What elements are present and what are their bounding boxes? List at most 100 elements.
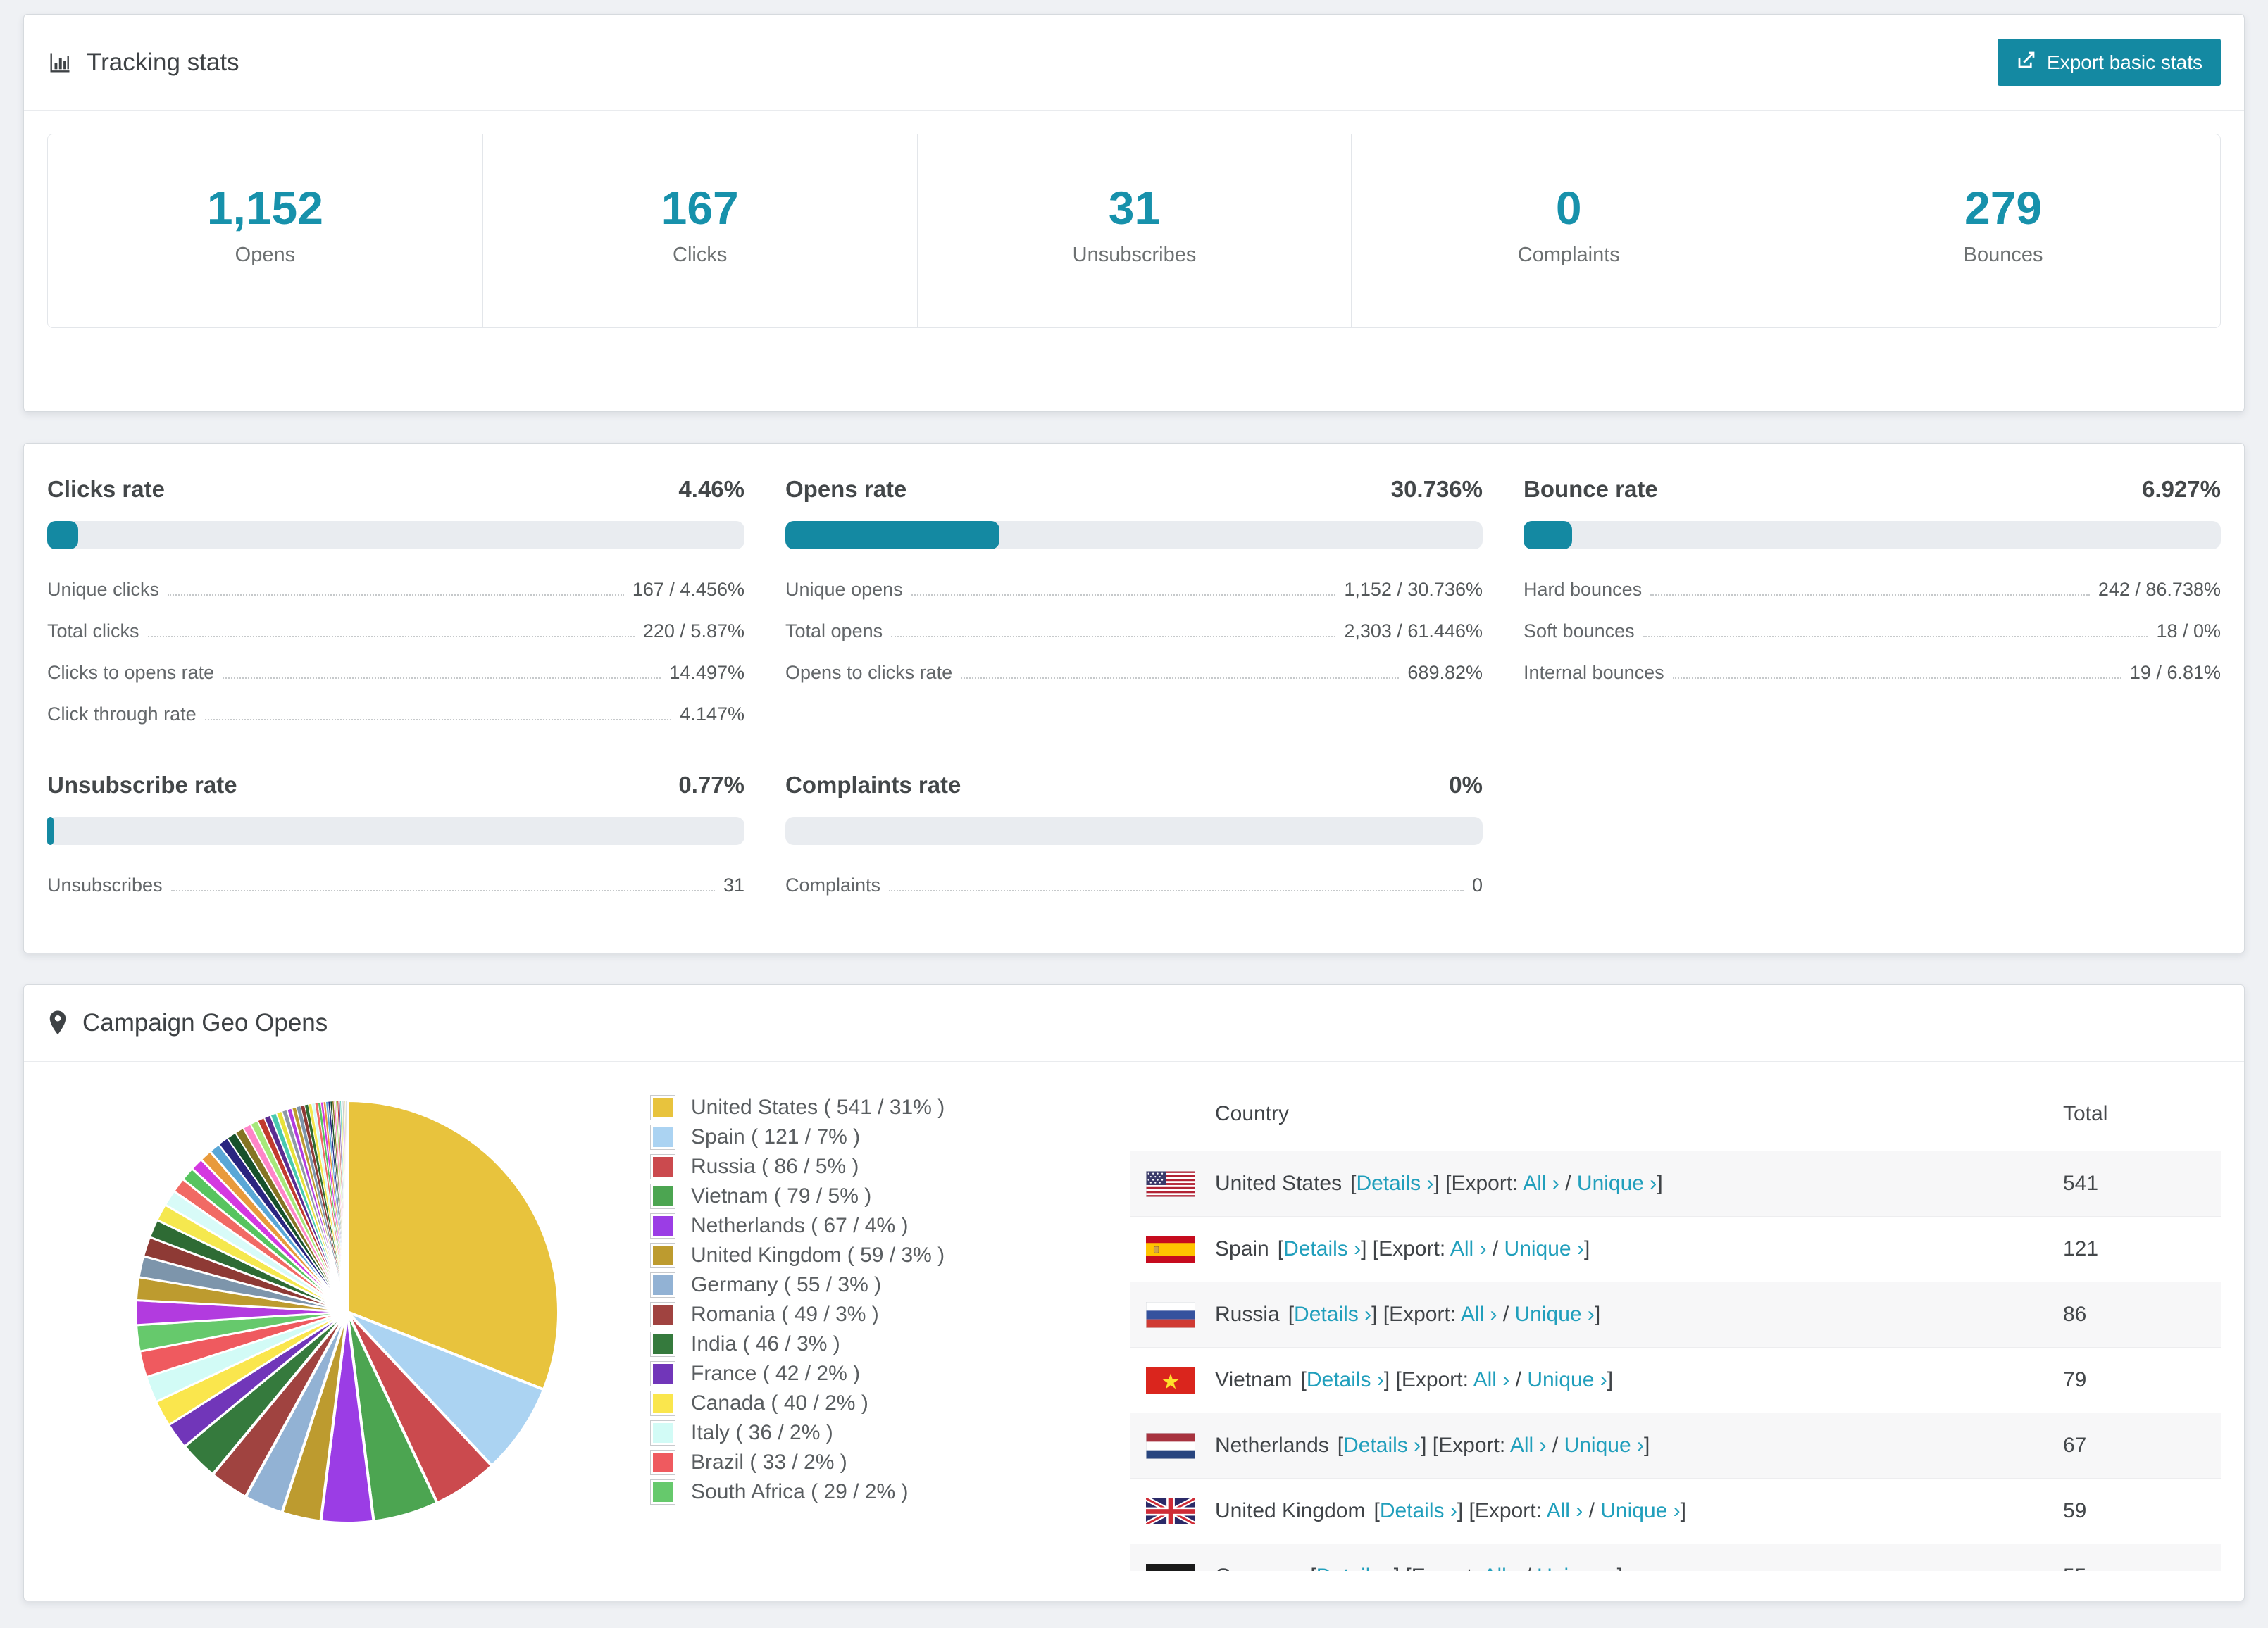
leader-dots <box>147 636 635 638</box>
export-unique-link[interactable]: Unique › <box>1577 1172 1657 1195</box>
legend-label: Spain ( 121 / 7% ) <box>691 1125 861 1149</box>
export-all-link[interactable]: All › <box>1450 1237 1487 1260</box>
rate-detail-row: Total opens 2,303 / 61.446% <box>785 620 1483 642</box>
country-cell: Netherlands [Details ›] [Export: All › / … <box>1130 1432 2063 1459</box>
country-cell: Russia [Details ›] [Export: All › / Uniqu… <box>1130 1301 2063 1328</box>
rate-detail-label: Complaints <box>785 875 881 896</box>
legend-item[interactable]: Brazil ( 33 / 2% ) <box>650 1448 1030 1477</box>
legend-color-chip <box>650 1154 675 1180</box>
export-unique-link[interactable]: Unique › <box>1537 1565 1616 1571</box>
legend-color-chip <box>650 1391 675 1417</box>
country-details-link[interactable]: Details › <box>1307 1368 1384 1391</box>
rate-progress-bar <box>1524 521 2221 550</box>
unsubscribes-label: Unsubscribes <box>1072 244 1197 267</box>
legend-color-chip <box>650 1213 675 1239</box>
export-button-label: Export basic stats <box>2047 51 2202 73</box>
stat-clicks: 167 Clicks <box>482 134 917 328</box>
summary-stats: 1,152 Opens 167 Clicks 31 Unsubscribes 0… <box>47 134 2221 329</box>
export-all-link[interactable]: All › <box>1483 1565 1519 1571</box>
export-unique-link[interactable]: Unique › <box>1515 1303 1595 1326</box>
rate-detail-row: Total clicks 220 / 5.87% <box>47 620 744 642</box>
leader-dots <box>889 890 1464 892</box>
rates-grid: Clicks rate 4.46% Unique clicks 167 / 4.456… <box>47 476 2221 896</box>
rate-detail-row: Complaints 0 <box>785 875 1483 896</box>
export-all-link[interactable]: All › <box>1461 1303 1497 1326</box>
legend-label: United Kingdom ( 59 / 3% ) <box>691 1244 945 1267</box>
rate-detail-value: 242 / 86.738% <box>2098 579 2221 601</box>
country-details-link[interactable]: Details › <box>1283 1237 1361 1260</box>
country-flag-icon <box>1146 1301 1195 1328</box>
geo-content: United States ( 541 / 31% ) Spain ( 121 /… <box>24 1062 2244 1572</box>
legend-item[interactable]: Spain ( 121 / 7% ) <box>650 1122 1030 1152</box>
country-flag-icon <box>1146 1170 1195 1197</box>
opens-count: 1,152 <box>206 182 323 234</box>
rate-detail-label: Unique opens <box>785 579 903 601</box>
page-title: Tracking stats <box>87 48 239 76</box>
rate-value: 0% <box>1449 772 1483 799</box>
bar-chart-icon <box>47 50 73 75</box>
export-all-link[interactable]: All › <box>1547 1499 1583 1522</box>
country-cell: Spain [Details ›] [Export: All › / Unique… <box>1130 1236 2063 1263</box>
country-column-header: Country <box>1215 1102 1290 1126</box>
export-unique-link[interactable]: Unique › <box>1504 1237 1584 1260</box>
rate-title: Unsubscribe rate <box>47 772 237 799</box>
rate-detail-row: Soft bounces 18 / 0% <box>1524 620 2221 642</box>
export-unique-link[interactable]: Unique › <box>1564 1434 1644 1457</box>
rate-detail-value: 19 / 6.81% <box>2129 662 2221 684</box>
rate-progress-fill <box>47 521 79 550</box>
rate-detail-row: Unsubscribes 31 <box>47 875 744 896</box>
legend-label: Italy ( 36 / 2% ) <box>691 1421 833 1445</box>
legend-item[interactable]: France ( 42 / 2% ) <box>650 1359 1030 1389</box>
legend-color-chip <box>650 1479 675 1505</box>
rate-detail-value: 167 / 4.456% <box>632 579 744 601</box>
legend-item[interactable]: United Kingdom ( 59 / 3% ) <box>650 1241 1030 1270</box>
rates-card: Clicks rate 4.46% Unique clicks 167 / 4.456… <box>23 443 2245 954</box>
country-details-link[interactable]: Details › <box>1356 1172 1433 1195</box>
total-cell: 79 <box>2063 1368 2087 1392</box>
legend-item[interactable]: Vietnam ( 79 / 5% ) <box>650 1182 1030 1211</box>
legend-item[interactable]: Italy ( 36 / 2% ) <box>650 1418 1030 1448</box>
legend-item[interactable]: India ( 46 / 3% ) <box>650 1329 1030 1359</box>
legend-color-chip <box>650 1125 675 1151</box>
export-all-link[interactable]: All › <box>1473 1368 1510 1391</box>
rate-title: Opens rate <box>785 476 907 503</box>
export-basic-stats-button[interactable]: Export basic stats <box>1998 39 2221 86</box>
legend-label: Germany ( 55 / 3% ) <box>691 1273 882 1297</box>
export-unique-link[interactable]: Unique › <box>1527 1368 1607 1391</box>
country-details-link[interactable]: Details › <box>1343 1434 1421 1457</box>
geo-table: Country Total United States [Details ›] [… <box>1130 1077 2221 1572</box>
legend-color-chip <box>650 1184 675 1210</box>
legend-item[interactable]: Netherlands ( 67 / 4% ) <box>650 1211 1030 1241</box>
country-details-link[interactable]: Details › <box>1316 1565 1394 1571</box>
stat-opens: 1,152 Opens <box>48 134 482 327</box>
rate-detail-label: Click through rate <box>47 703 197 725</box>
rate-value: 6.927% <box>2142 476 2221 503</box>
legend-item[interactable]: United States ( 541 / 31% ) <box>650 1093 1030 1122</box>
rate-detail-row: Unique clicks 167 / 4.456% <box>47 579 744 601</box>
leader-dots <box>1650 594 2090 596</box>
legend-item[interactable]: South Africa ( 29 / 2% ) <box>650 1477 1030 1507</box>
export-all-link[interactable]: All › <box>1510 1434 1547 1457</box>
map-pin-icon <box>47 1010 68 1037</box>
legend-item[interactable]: Germany ( 55 / 3% ) <box>650 1270 1030 1300</box>
legend-label: Russia ( 86 / 5% ) <box>691 1155 859 1179</box>
geo-table-row: Netherlands [Details ›] [Export: All › / … <box>1130 1413 2221 1479</box>
country-details-link[interactable]: Details › <box>1294 1303 1371 1326</box>
rate-section: Clicks rate 4.46% Unique clicks 167 / 4.456… <box>47 476 744 725</box>
rate-value: 30.736% <box>1390 476 1483 503</box>
leader-dots <box>1672 677 2121 680</box>
legend-label: Romania ( 49 / 3% ) <box>691 1303 879 1327</box>
country-cell: United Kingdom [Details ›] [Export: All ›… <box>1130 1498 2063 1524</box>
legend-label: Netherlands ( 67 / 4% ) <box>691 1214 909 1238</box>
leader-dots <box>170 890 715 892</box>
legend-item[interactable]: Romania ( 49 / 3% ) <box>650 1300 1030 1329</box>
rate-detail-label: Opens to clicks rate <box>785 662 953 684</box>
country-details-link[interactable]: Details › <box>1380 1499 1457 1522</box>
rate-title: Bounce rate <box>1524 476 1658 503</box>
stat-unsubscribes: 31 Unsubscribes <box>916 134 1352 328</box>
legend-item[interactable]: Russia ( 86 / 5% ) <box>650 1152 1030 1182</box>
export-all-link[interactable]: All › <box>1523 1172 1559 1195</box>
rate-title: Complaints rate <box>785 772 961 799</box>
legend-item[interactable]: Canada ( 40 / 2% ) <box>650 1389 1030 1418</box>
export-unique-link[interactable]: Unique › <box>1600 1499 1680 1522</box>
